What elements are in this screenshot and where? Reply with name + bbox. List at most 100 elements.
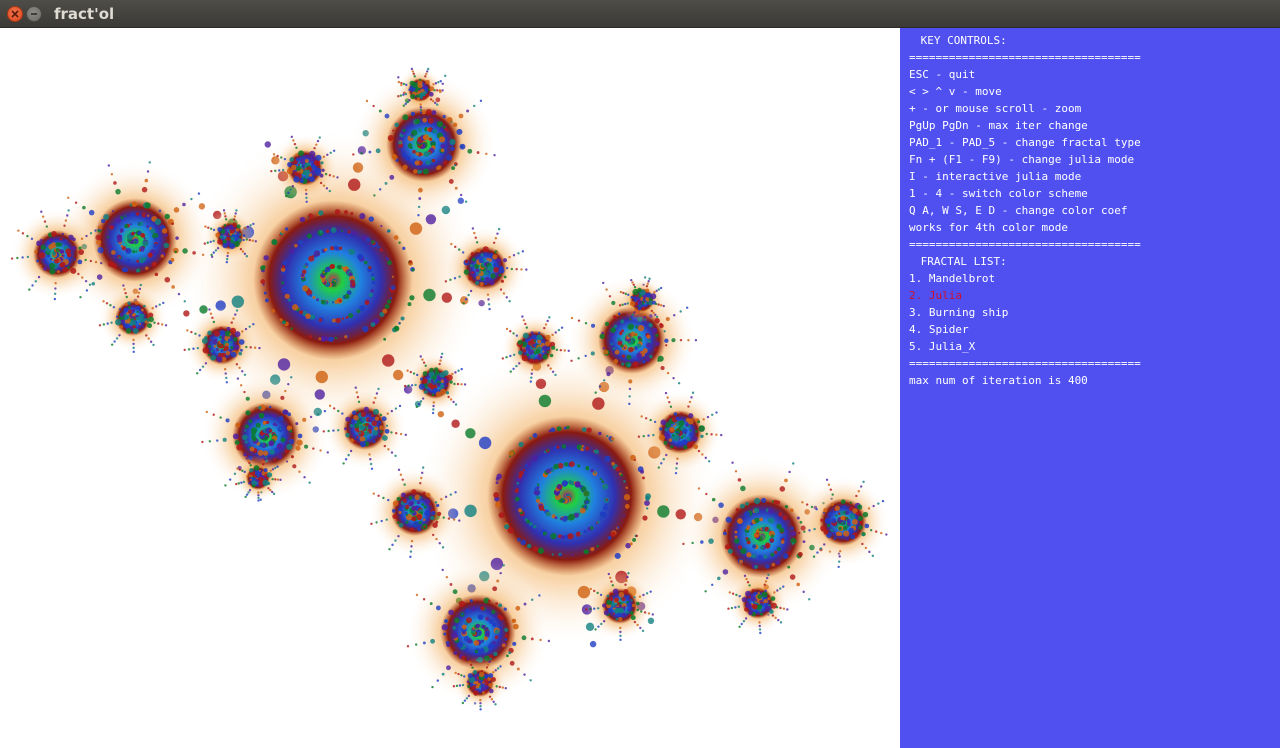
fractal-dot [547,346,551,350]
fractal-arm-dot [390,451,394,454]
fractal-dot [299,179,304,184]
fractal-arm-dot [276,465,279,468]
fractal-arm-dot [610,580,613,583]
fractal-dot [544,341,550,347]
fractal-arm-dot [759,631,762,635]
fractal-arm-dot [501,686,504,689]
fractal-arm-dot [432,83,435,86]
fractal-arm-dot [110,173,114,176]
fractal-dot [40,244,46,250]
fractal-dot [124,323,130,329]
fractal-dot [128,305,131,309]
fractal-arm-dot [449,493,453,496]
fractal-arm-dot [400,81,403,85]
fractal-dot [616,526,620,529]
fractal-dot [468,276,473,281]
fractal-arm-dot [118,334,121,337]
fractal-dot [601,331,604,335]
fractal-dot [517,339,523,345]
fractal-dot [585,446,590,451]
fractal-arm-dot [248,489,252,492]
fractal-arm-dot [877,502,880,505]
fractal-arm-dot [430,638,435,644]
fractal-dot [470,252,475,256]
fractal-dot [350,438,355,443]
fractal-dot [498,274,502,277]
fractal-arm-dot [426,67,430,71]
fractal-dot [209,336,213,340]
fractal-arm-dot [643,313,646,316]
fractal-arm-dot [707,460,711,463]
fractal-arm-dot [401,478,404,481]
fractal-dot [257,449,264,456]
minimize-button[interactable] [26,6,42,22]
fractal-arm-dot [505,356,508,359]
fractal-dot [681,440,686,445]
fractal-dot [344,293,350,300]
title-bar: fract'ol [0,0,1280,28]
fractal-arm-dot [652,433,655,437]
fractal-dot [448,609,454,616]
fractal-arm-dot [394,539,397,542]
fractal-dot [417,127,423,133]
fractal-dot [466,680,469,683]
fractal-arm-dot [326,451,329,454]
fractal-arm-dot [455,684,459,688]
fractal-dot [599,477,602,481]
fractal-dot [447,117,453,123]
fractal-arm-dot [106,322,109,325]
fractal-arm-dot [209,227,213,230]
fractal-arm-dot [675,467,678,470]
fractal-arm-dot [223,212,226,215]
fractal-dot [372,439,376,444]
fractal-arm-dot [290,135,293,139]
fractal-arm-dot [659,304,663,307]
fractal-dot [249,478,252,481]
fractal-arm-dot [420,476,423,480]
fractal-dot [495,476,500,481]
fractal-arm-dot [327,429,330,433]
fractal-dot [545,334,551,340]
fractal-dot [546,351,550,354]
fractal-arm-dot [538,594,541,597]
fractal-arm-dot [597,625,600,628]
fractal-dot [316,298,320,302]
fractal-dot [379,248,383,252]
fractal-dot [131,309,135,313]
fractal-arm-dot [654,313,657,317]
fractal-arm-dot [624,583,627,586]
close-button[interactable] [7,6,23,22]
fractal-arm-dot [422,598,426,601]
fractal-arm-dot [548,316,551,319]
fractal-arm-dot [650,309,653,313]
fractal-dot [407,143,413,149]
fractal-canvas[interactable] [0,28,900,748]
fractal-arm-dot [654,302,658,306]
fractal-dot [43,259,46,262]
fractal-dot [387,229,391,233]
fractal-arm-dot [784,478,788,483]
fractal-dot [360,411,366,417]
fractal-arm-dot [441,89,444,92]
fractal-dot [845,537,849,541]
fractal-dot [622,514,626,517]
fractal-arm-dot [402,82,406,86]
fractal-dot [842,505,847,509]
fractal-arm-dot [144,178,149,183]
fractal-dot [635,601,640,606]
fractal-arm-dot [253,346,257,349]
fractal-arm-dot [664,391,668,395]
fractal-arm-dot [868,550,871,554]
julia-fractal-image [10,67,889,711]
fractal-arm-dot [608,576,612,579]
fractal-dot [489,279,495,286]
fractal-arm-dot [448,179,454,184]
fractal-arm-dot [272,492,276,496]
fractal-arm-dot [132,346,135,350]
fractal-arm-dot [223,367,227,371]
fractal-arm-dot [264,455,268,459]
fractal-arm-dot [645,592,649,595]
fractal-dot [429,137,433,141]
fractal-dot [130,212,135,217]
fractal-dot [422,168,429,175]
